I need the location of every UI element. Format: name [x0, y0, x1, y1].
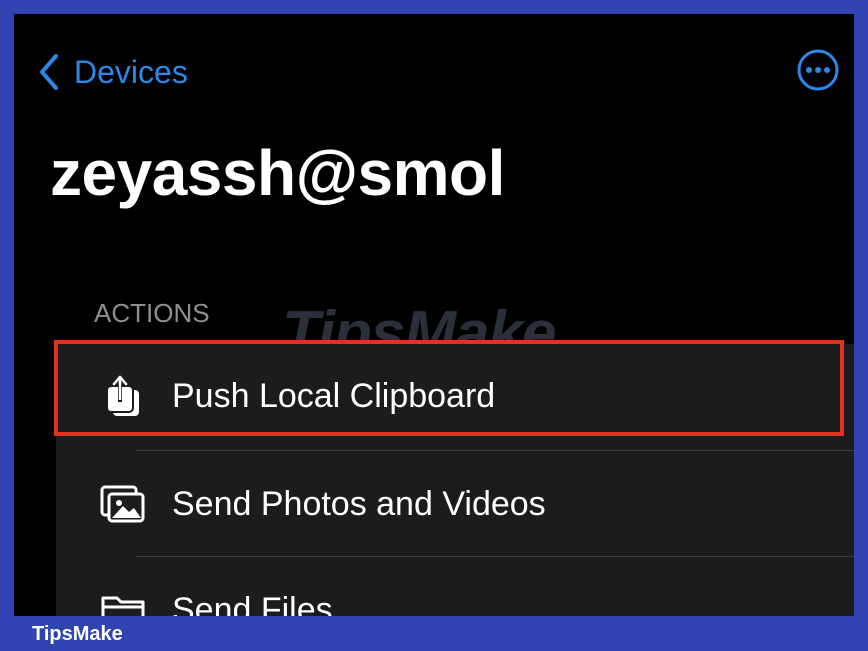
action-label: Send Files	[172, 590, 333, 617]
photos-icon	[98, 479, 148, 529]
footer-bar: TipsMake	[0, 616, 868, 651]
divider	[136, 556, 854, 557]
action-push-local-clipboard[interactable]: Push Local Clipboard	[56, 344, 854, 448]
back-button-label: Devices	[74, 53, 188, 90]
back-button[interactable]: Devices	[38, 52, 188, 92]
actions-list: Push Local Clipboard Send Photos and Vid…	[56, 344, 854, 616]
action-label: Send Photos and Videos	[172, 484, 546, 523]
divider	[136, 450, 854, 451]
folder-icon	[98, 585, 148, 616]
chevron-left-icon	[40, 54, 58, 90]
footer-brand: TipsMake	[32, 623, 123, 645]
section-header-actions: ACTIONS	[94, 298, 210, 328]
page-title: zeyassh@smol	[50, 137, 505, 209]
app-screen: Devices zeyassh@smol ACTIONS TipsMake.co…	[14, 14, 854, 616]
action-label: Push Local Clipboard	[172, 376, 496, 415]
more-options-icon[interactable]	[796, 48, 840, 92]
action-send-files[interactable]: Send Files	[56, 558, 854, 616]
clipboard-share-icon	[98, 371, 148, 421]
action-send-photos-and-videos[interactable]: Send Photos and Videos	[56, 452, 854, 556]
